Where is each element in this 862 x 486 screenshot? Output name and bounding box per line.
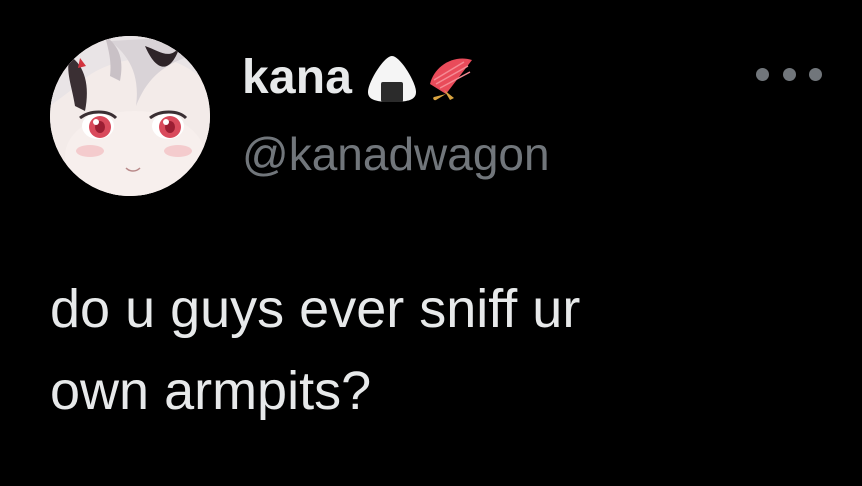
tweet-text-line-1: do u guys ever sniff ur — [50, 279, 581, 339]
user-handle[interactable]: @kanadwagon — [242, 126, 550, 182]
more-dot — [809, 67, 822, 81]
tweet-card: kana @kanadwagon do u guys ever sniff ur… — [0, 0, 862, 486]
display-name[interactable]: kana — [242, 50, 352, 106]
author-name-row[interactable]: kana — [242, 48, 476, 108]
more-dot — [782, 67, 796, 81]
avatar[interactable] — [50, 36, 210, 196]
folding-fan-icon — [430, 58, 473, 101]
rice-ball-icon — [368, 56, 417, 102]
anime-girl-avatar-icon — [50, 36, 210, 196]
more-options-icon[interactable] — [756, 58, 822, 90]
tweet-text-line-2: own armpits? — [50, 361, 372, 421]
more-dot — [756, 67, 769, 81]
tweet-text: do u guys ever sniff ur own armpits? — [50, 268, 830, 432]
